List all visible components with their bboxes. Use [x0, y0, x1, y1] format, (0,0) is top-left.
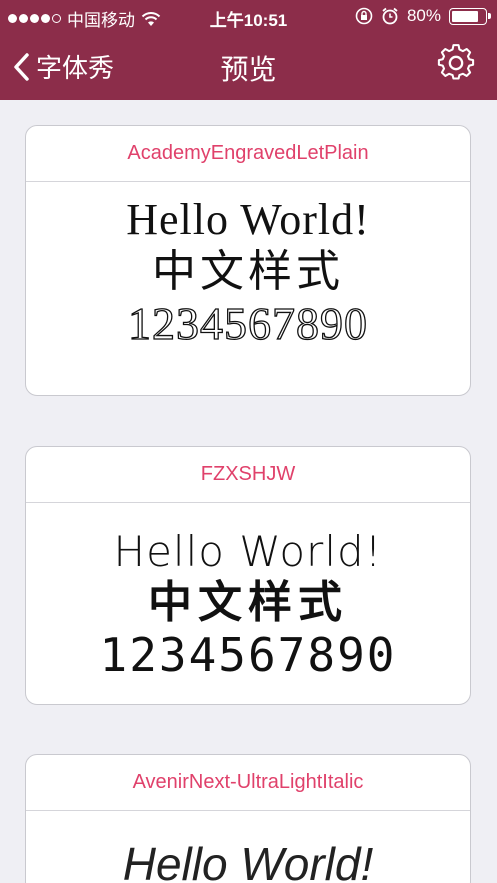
- font-card[interactable]: FZXSHJW Hello World! 中文样式 1234567890: [25, 446, 471, 705]
- preview-latin: Hello World!: [113, 527, 383, 576]
- navigation-bar: 字体秀 预览: [0, 32, 497, 100]
- top-bar: 中国移动 上午10:51 80% 字体秀 预览: [0, 0, 497, 100]
- preview-digits: 1234567890: [99, 628, 397, 683]
- preview-chinese: 中文样式: [148, 577, 348, 629]
- preview-latin: Hello World!: [122, 838, 374, 883]
- gear-icon[interactable]: [437, 44, 475, 82]
- alarm-icon: [382, 7, 398, 25]
- font-preview: Hello World! 中文样式 1234567890: [26, 195, 470, 350]
- preview-chinese: 中文样式: [152, 246, 344, 298]
- status-right: 80%: [355, 6, 491, 26]
- font-name: AcademyEngravedLetPlain: [26, 126, 470, 182]
- battery-percent: 80%: [406, 6, 441, 25]
- font-name: AvenirNext-UltraLightItalic: [26, 755, 470, 811]
- font-card[interactable]: AvenirNext-UltraLightItalic Hello World!: [25, 754, 471, 883]
- battery-icon: [449, 7, 491, 25]
- preview-digits: 1234567890: [127, 298, 368, 350]
- font-preview: Hello World! 中文样式 1234567890: [26, 527, 470, 683]
- preview-latin: Hello World!: [126, 195, 370, 244]
- font-name: FZXSHJW: [26, 447, 470, 503]
- font-preview: Hello World!: [26, 837, 470, 883]
- status-bar: 中国移动 上午10:51 80%: [0, 0, 497, 32]
- rotation-lock-icon: [355, 7, 373, 25]
- font-card[interactable]: AcademyEngravedLetPlain Hello World! 中文样…: [25, 125, 471, 396]
- page-title: 预览: [220, 54, 277, 85]
